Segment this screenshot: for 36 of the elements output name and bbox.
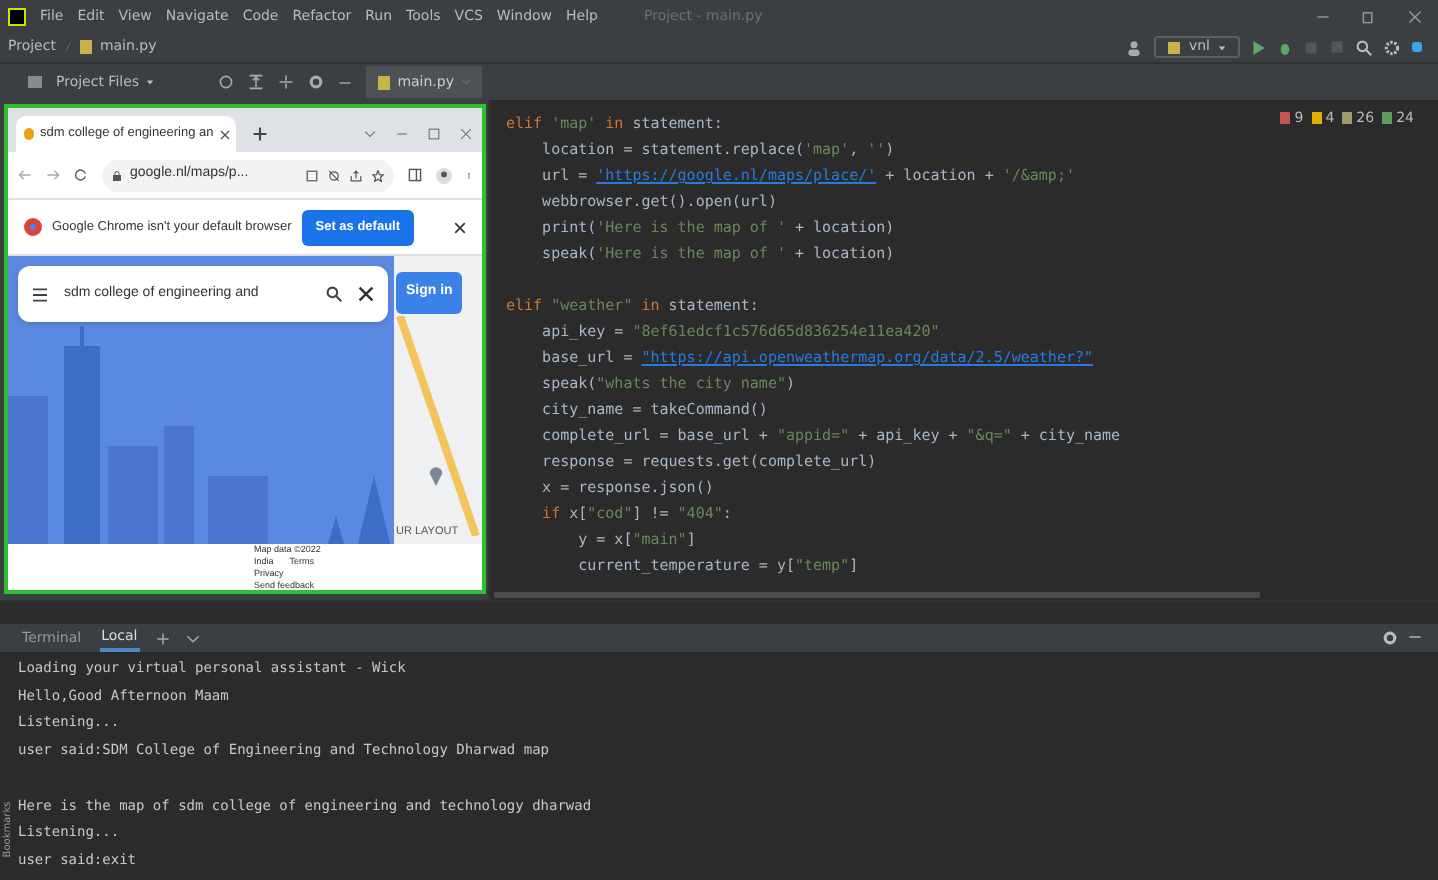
chevron-down-icon[interactable] <box>364 128 376 140</box>
directions-icon[interactable] <box>358 286 374 302</box>
add-icon[interactable] <box>155 631 170 645</box>
locate-icon[interactable] <box>217 74 234 90</box>
chrome-logo-icon <box>24 218 42 236</box>
chevron-down-icon[interactable] <box>185 631 200 645</box>
reload-icon[interactable] <box>74 168 88 182</box>
map-pin-icon <box>24 128 34 140</box>
hide-icon[interactable] <box>1408 630 1422 644</box>
folder-icon <box>28 76 42 88</box>
side-panel-icon[interactable] <box>408 168 422 182</box>
app-logo-icon <box>8 7 26 25</box>
share-icon[interactable] <box>350 169 362 181</box>
dropdown-caret-icon <box>145 78 154 86</box>
lock-icon[interactable] <box>112 169 122 181</box>
python-file-icon <box>79 40 92 54</box>
settings-icon[interactable] <box>1384 39 1400 55</box>
search-icon[interactable] <box>1356 39 1372 55</box>
profile-avatar-icon[interactable] <box>436 167 452 183</box>
user-icon[interactable] <box>1126 39 1143 55</box>
run-icon[interactable] <box>1252 39 1266 55</box>
eye-off-icon[interactable] <box>328 169 340 181</box>
restore-icon[interactable] <box>1362 9 1376 23</box>
dropdown-caret-icon <box>1218 43 1226 51</box>
new-tab-plus-icon[interactable] <box>252 126 268 142</box>
settings-icon[interactable] <box>1382 630 1398 646</box>
star-icon[interactable] <box>372 169 384 181</box>
menu-icon[interactable] <box>32 287 48 301</box>
close-icon[interactable] <box>219 129 230 139</box>
expand-all-icon[interactable] <box>247 74 264 90</box>
close-icon[interactable] <box>454 221 466 233</box>
map-pin-icon <box>428 464 444 486</box>
search-icon[interactable] <box>326 286 342 302</box>
collapse-all-icon[interactable] <box>277 74 294 90</box>
settings-icon[interactable] <box>307 74 324 90</box>
maximize-icon[interactable] <box>428 128 440 140</box>
